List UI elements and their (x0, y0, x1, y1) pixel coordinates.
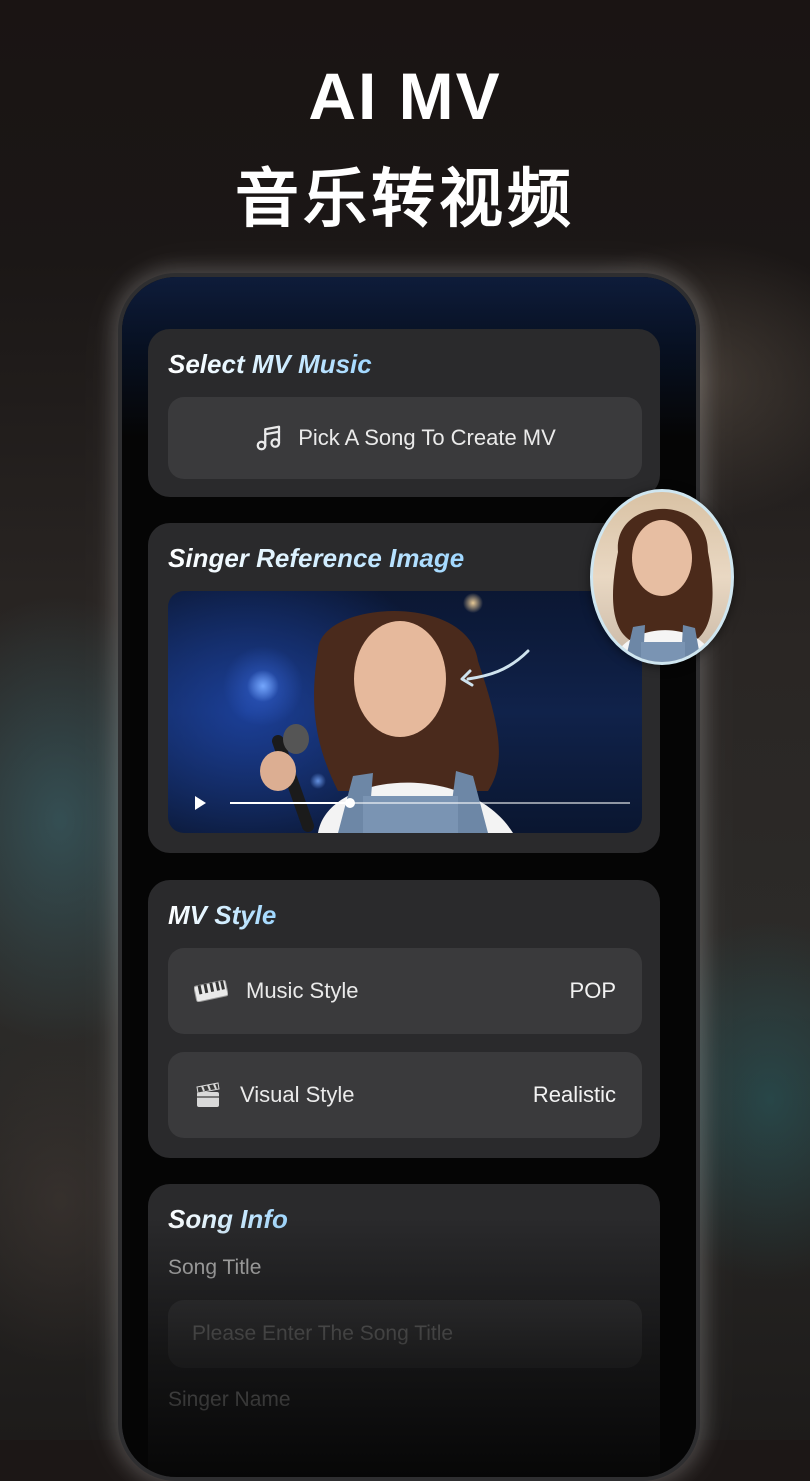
reference-image-title: Singer Reference Image (168, 543, 465, 573)
singer-reference-video[interactable] (168, 591, 642, 833)
song-title-input[interactable] (168, 1300, 642, 1368)
song-info-title: Song Info (168, 1204, 288, 1234)
music-style-row[interactable]: Music Style POP (168, 948, 642, 1034)
phone-frame: Select MV Music Pick A Song To Create MV… (118, 273, 700, 1481)
visual-style-row[interactable]: Visual Style Realistic (168, 1052, 642, 1138)
mv-style-title: MV Style (168, 900, 277, 930)
music-style-label: Music Style (246, 978, 359, 1003)
pick-song-label: Pick A Song To Create MV (298, 425, 556, 450)
reference-image-card: Singer Reference Image (148, 523, 660, 853)
select-music-title: Select MV Music (168, 349, 372, 379)
mv-style-card: MV Style Music Style POP Visual Style Re… (148, 880, 660, 1158)
play-icon[interactable] (192, 795, 208, 811)
music-style-value: POP (569, 978, 616, 1003)
video-progress-fill (230, 802, 350, 804)
music-note-icon (254, 423, 284, 453)
headline-subtitle: 音乐转视频 (235, 163, 575, 235)
song-info-card: Song Info Song Title Singer Name (148, 1184, 660, 1477)
singer-avatar (590, 489, 734, 665)
visual-style-label: Visual Style (240, 1082, 355, 1107)
clapperboard-icon (194, 1081, 222, 1109)
pick-song-button[interactable]: Pick A Song To Create MV (168, 397, 642, 479)
avatar-portrait (613, 508, 715, 662)
video-progress-knob[interactable] (345, 798, 355, 808)
video-progress-bar[interactable] (230, 798, 630, 808)
visual-style-value: Realistic (532, 1082, 616, 1107)
select-music-card: Select MV Music Pick A Song To Create MV (148, 329, 660, 497)
song-title-label: Song Title (168, 1256, 262, 1279)
video-controls (192, 795, 630, 811)
singer-name-label: Singer Name (168, 1388, 291, 1411)
headline-title: AI MV (308, 59, 502, 133)
piano-keyboard-icon (194, 980, 228, 1002)
